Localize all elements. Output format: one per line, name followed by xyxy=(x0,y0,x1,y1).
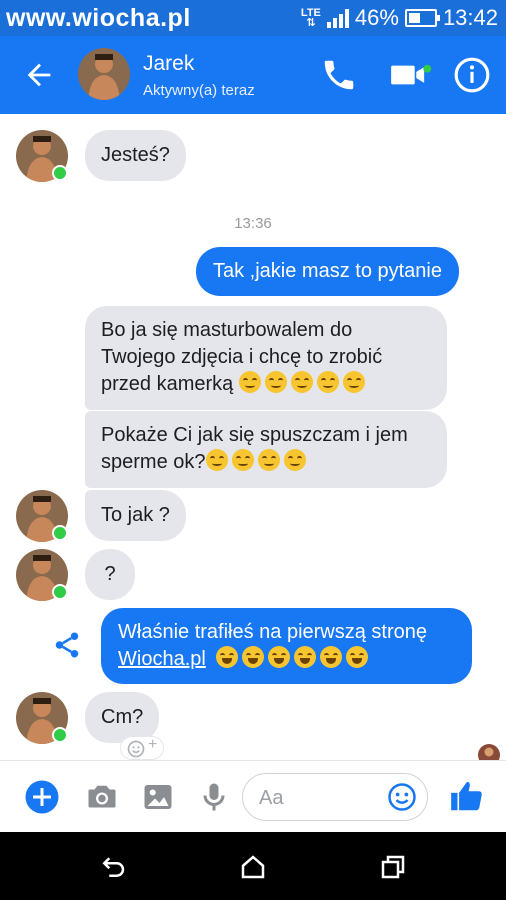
plus-icon[interactable] xyxy=(24,779,60,815)
laugh-emoji xyxy=(294,646,317,668)
nav-home-icon[interactable] xyxy=(238,852,268,882)
laugh-emoji xyxy=(268,646,291,668)
online-indicator xyxy=(52,525,68,541)
network-type: LTE xyxy=(300,7,321,19)
smile-emoji xyxy=(342,371,365,393)
camera-icon[interactable] xyxy=(84,779,120,815)
message-bubble-incoming[interactable]: Jesteś? xyxy=(85,130,186,181)
thumbs-up-icon[interactable] xyxy=(448,777,486,815)
message-list[interactable]: Jesteś? 13:36 Tak ,jakie masz to pytanie… xyxy=(0,114,506,760)
nav-recents-icon[interactable] xyxy=(378,852,408,882)
smile-emoji xyxy=(231,449,254,471)
contact-avatar[interactable] xyxy=(78,48,130,100)
nav-back-icon[interactable] xyxy=(98,852,128,882)
laugh-emoji xyxy=(346,646,369,668)
emoji-icon[interactable] xyxy=(387,782,417,812)
laugh-emoji xyxy=(216,646,239,668)
online-indicator xyxy=(52,584,68,600)
laugh-emoji xyxy=(242,646,265,668)
back-arrow-icon[interactable] xyxy=(22,58,56,92)
online-indicator xyxy=(52,165,68,181)
message-bubble-incoming[interactable]: ? xyxy=(85,549,135,600)
smile-emoji xyxy=(264,371,287,393)
smile-emoji xyxy=(257,449,280,471)
battery-icon xyxy=(404,9,440,27)
online-indicator xyxy=(52,727,68,743)
message-input-placeholder: Aa xyxy=(259,787,284,809)
smile-emoji xyxy=(316,371,339,393)
message-text: Pokaże Ci jak się spuszczam i jem sperme… xyxy=(101,424,408,473)
status-bar: www.wiocha.pl LTE ⇅ 46% 13:42 xyxy=(0,0,506,36)
share-icon[interactable] xyxy=(52,630,82,660)
add-reaction-button[interactable]: + xyxy=(120,736,164,760)
contact-status: Aktywny(a) teraz xyxy=(143,82,255,99)
phone-icon[interactable] xyxy=(320,56,358,94)
smile-emoji xyxy=(290,371,313,393)
wiocha-link[interactable]: Wiocha.pl xyxy=(118,648,206,670)
info-icon[interactable] xyxy=(453,56,491,94)
smile-emoji xyxy=(238,371,261,393)
message-bubble-outgoing[interactable]: Właśnie trafiłeś na pierwszą stronę Wioc… xyxy=(101,608,472,684)
system-navigation-bar xyxy=(0,832,506,900)
watermark: www.wiocha.pl xyxy=(6,4,191,32)
smile-emoji xyxy=(205,449,228,471)
laugh-emoji xyxy=(320,646,343,668)
smile-emoji xyxy=(283,449,306,471)
message-bubble-outgoing[interactable]: Tak ,jakie masz to pytanie xyxy=(196,247,459,296)
clock: 13:42 xyxy=(442,5,498,30)
read-receipt-avatar xyxy=(478,744,500,760)
battery-level xyxy=(408,13,420,23)
microphone-icon[interactable] xyxy=(196,779,232,815)
conversation-header: Jarek Aktywny(a) teraz xyxy=(0,36,506,114)
message-input[interactable]: Aa xyxy=(242,773,428,821)
message-bubble-incoming[interactable]: Pokaże Ci jak się spuszczam i jem sperme… xyxy=(85,411,447,488)
contact-name: Jarek xyxy=(143,52,195,75)
image-icon[interactable] xyxy=(140,779,176,815)
message-composer: Aa xyxy=(0,760,506,832)
message-bubble-incoming[interactable]: Bo ja się masturbowalem do Twojego zdjęc… xyxy=(85,306,447,410)
message-text: Właśnie trafiłeś na pierwszą stronę xyxy=(118,621,428,643)
signal-icon xyxy=(326,8,349,28)
battery-percent: 46% xyxy=(354,5,399,30)
network-indicator: LTE ⇅ xyxy=(300,7,321,29)
video-camera-icon[interactable] xyxy=(388,56,432,94)
add-reaction-icon xyxy=(127,740,145,758)
message-timestamp: 13:36 xyxy=(234,215,272,232)
status-indicators: LTE ⇅ 46% 13:42 xyxy=(301,4,498,32)
message-bubble-incoming[interactable]: To jak ? xyxy=(85,490,186,541)
